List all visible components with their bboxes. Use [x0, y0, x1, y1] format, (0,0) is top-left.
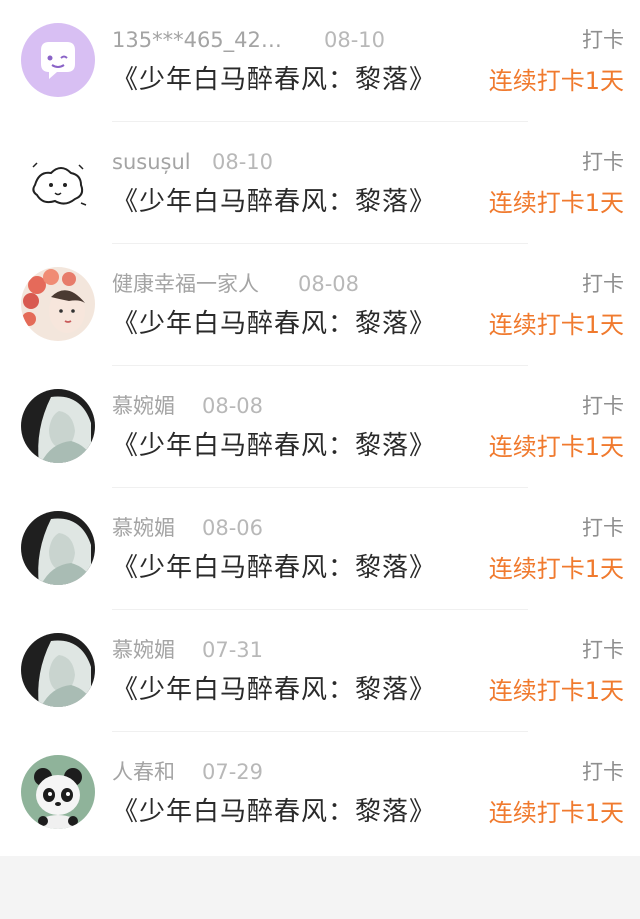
- avatar[interactable]: [21, 511, 95, 585]
- avatar[interactable]: [21, 267, 95, 341]
- streak-label: 连续打卡1天: [488, 311, 624, 339]
- book-title[interactable]: 《少年白马醉春风：黎落》: [112, 184, 436, 220]
- user-name: 135***465_42…: [112, 28, 282, 52]
- checkin-date: 08-06: [202, 516, 264, 540]
- streak-label: 连续打卡1天: [488, 67, 624, 95]
- user-name: 人春和: [112, 760, 175, 784]
- veiled-woman-avatar-icon: [21, 633, 95, 707]
- veiled-woman-avatar-icon: [21, 389, 95, 463]
- checkin-date: 08-08: [298, 272, 360, 296]
- avatar[interactable]: [21, 755, 95, 829]
- streak-label: 连续打卡1天: [488, 555, 624, 583]
- user-name: 健康幸福一家人: [112, 272, 259, 296]
- streak-label: 连续打卡1天: [488, 799, 624, 827]
- book-title[interactable]: 《少年白马醉春风：黎落》: [112, 428, 436, 464]
- checkin-date: 07-31: [202, 638, 264, 662]
- checkin-date: 08-10: [212, 150, 274, 174]
- checkin-row[interactable]: 慕婉媚 08-08 打卡 《少年白马醉春风：黎落》 连续打卡1天: [0, 366, 640, 488]
- streak-label: 连续打卡1天: [488, 677, 624, 705]
- checkin-row[interactable]: 慕婉媚 07-31 打卡 《少年白马醉春风：黎落》 连续打卡1天: [0, 610, 640, 732]
- user-name: 慕婉媚: [112, 394, 175, 418]
- book-title[interactable]: 《少年白马醉春风：黎落》: [112, 550, 436, 586]
- book-title[interactable]: 《少年白马醉春风：黎落》: [112, 306, 436, 342]
- checkin-tag: 打卡: [582, 638, 624, 662]
- streak-label: 连续打卡1天: [488, 433, 624, 461]
- avatar[interactable]: [21, 145, 95, 219]
- checkin-tag: 打卡: [582, 760, 624, 784]
- checkin-list: 135***465_42… 08-10 打卡 《少年白马醉春风：黎落》 连续打卡…: [0, 0, 640, 856]
- flower-girl-avatar-icon: [21, 267, 95, 341]
- doodle-avatar-icon: [21, 145, 95, 219]
- checkin-date: 08-08: [202, 394, 264, 418]
- checkin-tag: 打卡: [582, 28, 624, 52]
- avatar[interactable]: [21, 23, 95, 97]
- checkin-tag: 打卡: [582, 150, 624, 174]
- user-name: 慕婉媚: [112, 516, 175, 540]
- user-name: susușul: [112, 150, 191, 174]
- checkin-tag: 打卡: [582, 516, 624, 540]
- book-title[interactable]: 《少年白马醉春风：黎落》: [112, 794, 436, 830]
- book-title[interactable]: 《少年白马醉春风：黎落》: [112, 62, 436, 98]
- chat-bubble-avatar-icon: [21, 23, 95, 97]
- checkin-date: 07-29: [202, 760, 264, 784]
- streak-label: 连续打卡1天: [488, 189, 624, 217]
- panda-avatar-icon: [21, 755, 95, 829]
- checkin-row[interactable]: 健康幸福一家人 08-08 打卡 《少年白马醉春风：黎落》 连续打卡1天: [0, 244, 640, 366]
- checkin-tag: 打卡: [582, 272, 624, 296]
- avatar[interactable]: [21, 389, 95, 463]
- book-title[interactable]: 《少年白马醉春风：黎落》: [112, 672, 436, 708]
- checkin-row[interactable]: 人春和 07-29 打卡 《少年白马醉春风：黎落》 连续打卡1天: [0, 732, 640, 854]
- veiled-woman-avatar-icon: [21, 511, 95, 585]
- checkin-row[interactable]: 135***465_42… 08-10 打卡 《少年白马醉春风：黎落》 连续打卡…: [0, 0, 640, 122]
- checkin-row[interactable]: susușul 08-10 打卡 《少年白马醉春风：黎落》 连续打卡1天: [0, 122, 640, 244]
- checkin-tag: 打卡: [582, 394, 624, 418]
- avatar[interactable]: [21, 633, 95, 707]
- checkin-row[interactable]: 慕婉媚 08-06 打卡 《少年白马醉春风：黎落》 连续打卡1天: [0, 488, 640, 610]
- checkin-date: 08-10: [324, 28, 386, 52]
- user-name: 慕婉媚: [112, 638, 175, 662]
